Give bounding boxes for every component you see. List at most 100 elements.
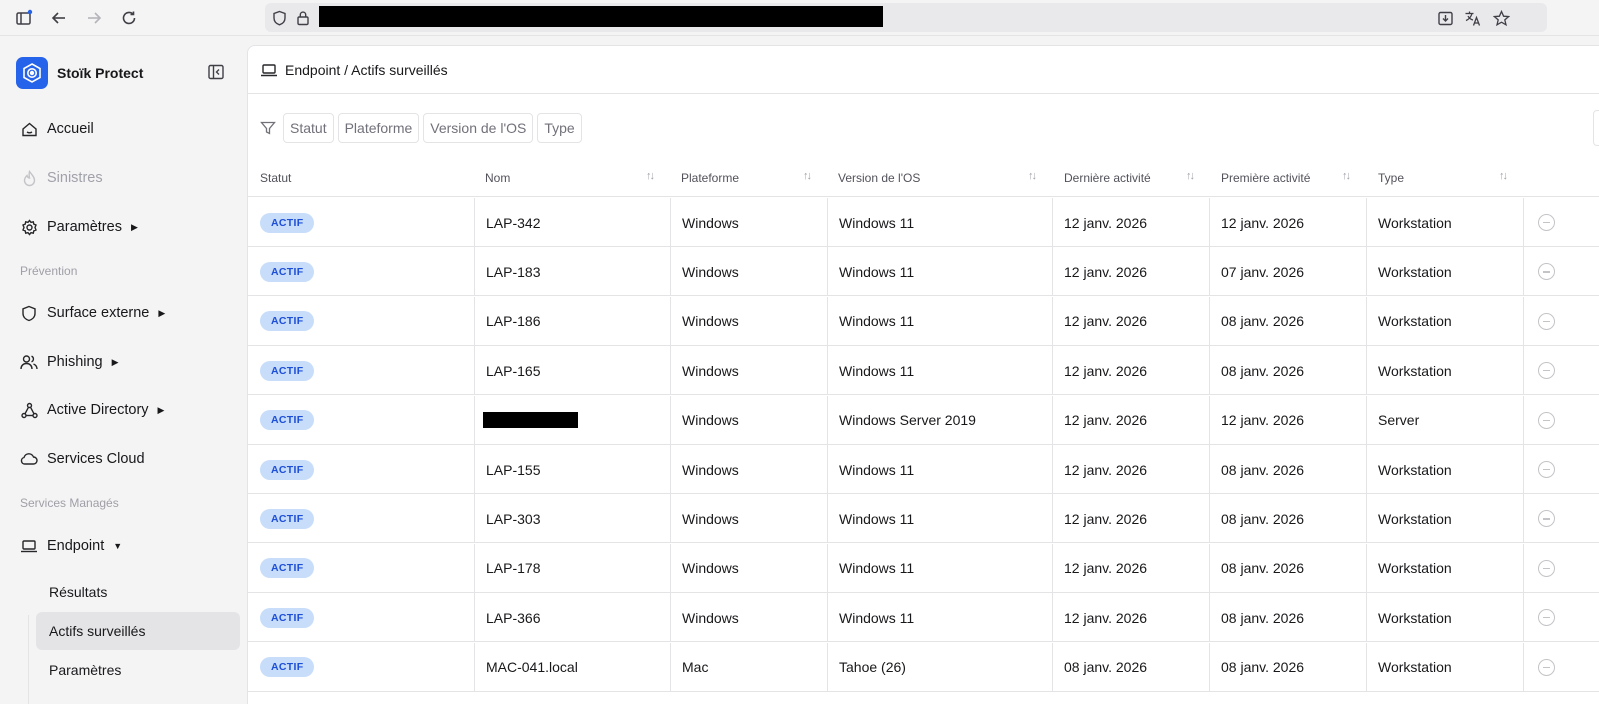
table-row[interactable]: ACTIF LAP-303 Windows Windows 11 12 janv. 20… xyxy=(248,494,1599,544)
table-row[interactable]: ACTIF LAP-178 Windows Windows 11 12 janv. 20… xyxy=(248,543,1599,593)
cell-plateforme: Windows xyxy=(670,296,827,346)
minus-circle-icon[interactable] xyxy=(1538,510,1555,528)
cell-plateforme: Windows xyxy=(670,346,827,396)
sort-icon[interactable]: ↑↓ xyxy=(646,170,655,182)
cell-version: Tahoe (26) xyxy=(827,642,1052,692)
main-panel: Endpoint / Actifs surveillés Statut Plat… xyxy=(247,45,1599,704)
column-header-version[interactable]: Version de l'OS xyxy=(838,158,920,197)
filter-statut[interactable]: Statut xyxy=(283,113,334,143)
cell-action xyxy=(1523,198,1573,247)
cell-nom: LAP-303 xyxy=(474,494,670,544)
table-row[interactable]: ACTIF Windows Windows Server 2019 12 janv. … xyxy=(248,395,1599,445)
sort-icon[interactable]: ↑↓ xyxy=(803,170,812,182)
column-header-premiere-activite[interactable]: Première activité xyxy=(1221,158,1310,197)
column-header-statut[interactable]: Statut xyxy=(260,158,291,197)
sidebar-item-phishing[interactable]: Phishing ▶ xyxy=(20,350,119,374)
minus-circle-icon[interactable] xyxy=(1538,362,1555,380)
filter-type[interactable]: Type xyxy=(537,113,582,143)
minus-circle-icon[interactable] xyxy=(1538,312,1555,330)
view-options-button[interactable] xyxy=(1593,110,1599,146)
table-row[interactable]: ACTIF LAP-155 Windows Windows 11 12 janv. 20… xyxy=(248,445,1599,494)
minus-circle-icon[interactable] xyxy=(1538,263,1555,281)
status-badge: ACTIF xyxy=(260,311,315,332)
column-header-derniere-activite[interactable]: Dernière activité xyxy=(1064,158,1151,197)
sidebar-subitem-resultats[interactable]: Résultats xyxy=(36,573,240,611)
users-icon xyxy=(20,353,38,371)
status-badge: ACTIF xyxy=(260,607,315,628)
sidebar-item-label: Surface externe xyxy=(47,305,150,321)
sort-icon[interactable]: ↑↓ xyxy=(1499,170,1508,182)
reload-icon[interactable] xyxy=(118,7,140,29)
sidebar-item-active-directory[interactable]: Active Directory ▶ xyxy=(20,398,164,422)
bookmark-star-icon[interactable] xyxy=(1490,7,1512,29)
cell-plateforme: Windows xyxy=(670,543,827,593)
sidebar-item-parametres[interactable]: Paramètres ▶ xyxy=(20,215,138,239)
table-row[interactable]: ACTIF LAP-165 Windows Windows 11 12 janv. 20… xyxy=(248,346,1599,396)
sidebar-item-sinistres[interactable]: Sinistres xyxy=(20,166,103,190)
cell-nom: LAP-183 xyxy=(474,247,670,297)
breadcrumb: Endpoint / Actifs surveillés xyxy=(285,61,448,78)
shield-icon xyxy=(20,304,38,322)
url-text-redacted[interactable] xyxy=(319,6,883,27)
forward-icon[interactable] xyxy=(83,7,105,29)
sidebar-item-label: Accueil xyxy=(47,121,94,137)
minus-circle-icon[interactable] xyxy=(1538,658,1555,676)
column-header-nom[interactable]: Nom xyxy=(485,158,510,197)
status-badge: ACTIF xyxy=(260,212,315,233)
download-icon[interactable] xyxy=(1434,7,1456,29)
sort-icon[interactable]: ↑↓ xyxy=(1342,170,1351,182)
sort-icon[interactable]: ↑↓ xyxy=(1028,170,1037,182)
cell-statut: ACTIF xyxy=(248,544,474,593)
sidebar-item-label: Sinistres xyxy=(47,170,103,186)
minus-circle-icon[interactable] xyxy=(1538,609,1555,627)
sidebar-item-accueil[interactable]: Accueil xyxy=(20,117,94,141)
table-row[interactable]: ACTIF LAP-342 Windows Windows 11 12 janv. 20… xyxy=(248,198,1599,247)
sidebar-item-surface-externe[interactable]: Surface externe ▶ xyxy=(20,301,165,325)
translate-icon[interactable] xyxy=(1462,7,1484,29)
sort-icon[interactable]: ↑↓ xyxy=(1186,170,1195,182)
column-header-plateforme[interactable]: Plateforme xyxy=(681,158,739,197)
back-icon[interactable] xyxy=(48,7,70,29)
brand[interactable]: Stoïk Protect xyxy=(16,57,143,89)
cell-version: Windows 11 xyxy=(827,346,1052,396)
cell-premiere: 08 janv. 2026 xyxy=(1209,346,1366,396)
cell-version: Windows 11 xyxy=(827,494,1052,544)
sidebar: Stoïk Protect Accueil Sinistres Paramètr… xyxy=(0,37,247,704)
shield-icon[interactable] xyxy=(268,7,290,29)
table-row[interactable]: ACTIF LAP-183 Windows Windows 11 12 janv. 20… xyxy=(248,247,1599,297)
cell-version: Windows 11 xyxy=(827,445,1052,494)
caret-right-icon: ▶ xyxy=(157,404,165,415)
laptop-icon xyxy=(20,537,38,555)
minus-circle-icon[interactable] xyxy=(1538,411,1555,429)
sidebar-item-endpoint[interactable]: Endpoint ▼ xyxy=(20,534,122,558)
column-header-type[interactable]: Type xyxy=(1378,158,1404,197)
browser-toolbar xyxy=(0,0,1599,36)
url-bar[interactable] xyxy=(265,3,1547,32)
sidebar-subitem-actifs-surveilles[interactable]: Actifs surveillés xyxy=(36,612,240,650)
collapse-sidebar-icon[interactable] xyxy=(207,63,227,83)
minus-circle-icon[interactable] xyxy=(1538,214,1555,231)
filter-version-os[interactable]: Version de l'OS xyxy=(423,113,534,143)
sidebar-item-services-cloud[interactable]: Services Cloud xyxy=(20,447,145,471)
sidebar-subitem-parametres[interactable]: Paramètres xyxy=(36,651,240,689)
cell-statut: ACTIF xyxy=(248,297,474,346)
minus-circle-icon[interactable] xyxy=(1538,461,1555,478)
caret-down-icon: ▼ xyxy=(113,541,123,551)
cell-derniere: 12 janv. 2026 xyxy=(1052,395,1209,445)
sidebar-icon[interactable] xyxy=(13,7,35,29)
cell-action xyxy=(1523,445,1573,494)
status-badge: ACTIF xyxy=(260,410,315,431)
filter-plateforme[interactable]: Plateforme xyxy=(337,113,420,143)
table-row[interactable]: ACTIF LAP-186 Windows Windows 11 12 janv. 20… xyxy=(248,296,1599,346)
cell-premiere: 08 janv. 2026 xyxy=(1209,445,1366,494)
table-row[interactable]: ACTIF LAP-366 Windows Windows 11 12 janv. 20… xyxy=(248,593,1599,643)
sidebar-item-label: Services Cloud xyxy=(47,451,145,467)
table-header: Statut Nom ↑↓ Plateforme ↑↓ Version de l… xyxy=(248,158,1599,197)
cell-version: Windows 11 xyxy=(827,543,1052,593)
section-label-services-manages: Services Managés xyxy=(20,496,119,510)
table-row[interactable]: ACTIF MAC-041.local Mac Tahoe (26) 08 janv. … xyxy=(248,642,1599,692)
caret-right-icon: ▶ xyxy=(158,307,166,318)
cell-statut: ACTIF xyxy=(248,247,474,296)
minus-circle-icon[interactable] xyxy=(1538,559,1555,577)
cell-version: Windows 11 xyxy=(827,296,1052,346)
